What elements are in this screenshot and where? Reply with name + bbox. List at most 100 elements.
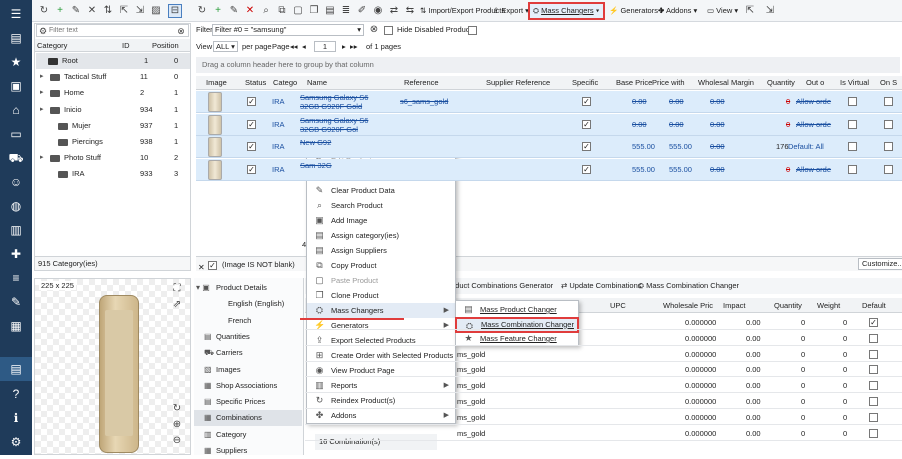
menu-item-clear-data[interactable]: ✎ Clear Product Data [307, 183, 455, 198]
category-row[interactable]: Mujer 937 1 [36, 118, 190, 134]
combination-row[interactable]: ms_gold 0.000000 0.00 0 0 [305, 347, 902, 362]
search-icon[interactable]: ⌕ [260, 5, 272, 17]
open-external-icon[interactable]: ⇗ [171, 299, 183, 311]
products-icon[interactable]: ▤ [0, 357, 32, 381]
clone-icon[interactable]: ❐ [308, 5, 320, 17]
star-icon[interactable]: ★ [8, 54, 24, 70]
col-header[interactable]: Margin [731, 76, 754, 90]
product-row[interactable]: IRASamsung Galaxy S6 32GB G920F Gol0.000… [196, 113, 902, 136]
expand-all-icon[interactable]: ⇱ [744, 5, 756, 17]
eye-icon[interactable]: ◉ [372, 5, 384, 17]
nav-item[interactable]: ▧ Images [194, 362, 302, 378]
inbox-icon[interactable]: ▣ [8, 78, 24, 94]
product-row[interactable]: IRASam 32G555.00555.000.000Allow orde [196, 158, 902, 181]
nav-item[interactable]: ⛟ Carriers [194, 345, 302, 361]
page-size-select[interactable]: ALL ▾ [213, 41, 238, 52]
col-header[interactable]: Quantity [767, 76, 795, 90]
category-row[interactable]: ▸ Home 2 1 [36, 85, 190, 101]
nav-item[interactable]: ▦ Shop Associations [194, 378, 302, 394]
filter-enable-checkbox[interactable] [208, 257, 217, 272]
menu-item-assign-suppliers[interactable]: ▤ Assign Suppliers [307, 243, 455, 258]
combination-row[interactable]: 0.000000 0.00 0 0 [305, 331, 902, 346]
status-checkbox[interactable] [247, 97, 256, 106]
edit-box-icon[interactable]: ▨ [150, 5, 162, 17]
menu-item-assign-category[interactable]: ▤ Assign category(ies) [307, 228, 455, 243]
col-header[interactable]: Image [206, 76, 227, 90]
virtual-checkbox[interactable] [848, 164, 857, 174]
default-checkbox[interactable] [869, 381, 878, 391]
expand-arrow-icon[interactable]: ▸ [40, 85, 44, 101]
edit-icon[interactable]: ✎ [70, 5, 82, 17]
comb-col-header[interactable]: Impact [723, 298, 746, 313]
zoom-out-icon[interactable]: ⊖ [171, 435, 183, 447]
col-header[interactable]: Supplier Reference [486, 76, 550, 90]
addons-button[interactable]: ✤ Addons ▾ [658, 4, 697, 18]
view-button[interactable]: ▭ View ▾ [707, 4, 738, 18]
store-icon[interactable]: ▤ [8, 30, 24, 46]
move-icon[interactable]: ⇅ [102, 5, 114, 17]
chart-icon[interactable]: ▥ [8, 222, 24, 238]
category-row[interactable]: Root 1 0 [36, 53, 190, 69]
on-sale-checkbox[interactable] [884, 164, 893, 174]
status-checkbox[interactable] [247, 142, 256, 151]
transfer-icon[interactable]: ⇆ [404, 5, 416, 17]
col-header[interactable]: Is Virtual [840, 76, 869, 90]
default-checkbox[interactable] [869, 428, 878, 438]
nav-item[interactable]: English (English) [194, 296, 302, 312]
grid-delete-icon[interactable]: ✕ [244, 5, 256, 17]
refresh-icon[interactable]: ↻ [38, 5, 50, 17]
specific-checkbox[interactable] [582, 119, 591, 129]
combination-row[interactable]: ms_gold 0.000000 0.00 0 0 [305, 378, 902, 394]
comb-col-header[interactable]: Wholesale Pric [663, 298, 713, 313]
page-input[interactable]: 1 [314, 41, 336, 52]
category-row[interactable]: ▸ Inicio 934 1 [36, 102, 190, 118]
combination-row[interactable]: ms_gold 0.000000 0.00 0 0 [305, 362, 902, 378]
on-sale-checkbox[interactable] [884, 142, 893, 151]
product-row[interactable]: IRASamsung Galaxy S6 32GB G920F Golds6_s… [196, 91, 902, 113]
col-header[interactable]: Out o [806, 76, 824, 90]
customize-button[interactable]: Customize... [858, 258, 902, 270]
comb-col-header[interactable]: Quantity [774, 298, 802, 313]
specific-checkbox[interactable] [582, 164, 591, 174]
virtual-checkbox[interactable] [848, 119, 857, 129]
export-button[interactable]: ⇪ Export ▾ [493, 4, 529, 18]
combination-row[interactable]: 0.000000 0.00 0 0 [305, 315, 902, 330]
specific-checkbox[interactable] [582, 97, 591, 106]
gear-icon[interactable]: ⚙ [37, 25, 49, 37]
filter-clear-icon[interactable]: ⊗ [368, 24, 380, 36]
expand-arrow-icon[interactable]: ▸ [40, 102, 44, 118]
nav-item[interactable]: ▦ Suppliers [194, 443, 302, 459]
rotate-icon[interactable]: ↻ [171, 403, 183, 415]
col-id[interactable]: ID [122, 39, 130, 52]
close-filter-icon[interactable]: ✕ [198, 260, 205, 275]
col-header[interactable]: Base Price [616, 76, 652, 90]
update-combinations-button[interactable]: ⇄ Update Combinations [561, 278, 642, 294]
users-icon[interactable]: ☺ [8, 174, 24, 190]
zoom-in-icon[interactable]: ⊕ [171, 419, 183, 431]
status-checkbox[interactable] [247, 119, 256, 129]
col-category[interactable]: Category [37, 39, 67, 52]
col-header[interactable]: On S [880, 76, 897, 90]
default-checkbox[interactable] [869, 318, 878, 327]
wrench-icon[interactable]: ✎ [8, 294, 24, 310]
paste-icon[interactable]: ▢ [292, 5, 304, 17]
menu-item-paste[interactable]: ▢ Paste Product [307, 273, 455, 288]
grid-edit-icon[interactable]: ✎ [228, 5, 240, 17]
home-icon[interactable]: ⌂ [8, 102, 24, 118]
hide-disabled-checkbox-2[interactable] [468, 22, 477, 38]
expand-arrow-icon[interactable]: ▸ [40, 150, 44, 166]
grid-add-icon[interactable]: + [212, 5, 224, 17]
nav-item[interactable]: ▤ Quantities [194, 329, 302, 345]
specific-checkbox[interactable] [582, 142, 591, 151]
info-icon[interactable]: ℹ [8, 410, 24, 426]
virtual-checkbox[interactable] [848, 142, 857, 151]
menu-item-search[interactable]: ⌕ Search Product [307, 198, 455, 213]
settings-icon[interactable]: ⚙ [8, 434, 24, 450]
grid-icon[interactable]: ▦ [8, 318, 24, 334]
category-row[interactable]: ▸ Tactical Stuff 11 0 [36, 69, 190, 85]
nav-item[interactable]: ▥ Category [194, 427, 302, 443]
default-checkbox[interactable] [869, 349, 878, 359]
nav-item[interactable]: French [194, 313, 302, 329]
default-checkbox[interactable] [869, 333, 878, 343]
default-checkbox[interactable] [869, 397, 878, 406]
